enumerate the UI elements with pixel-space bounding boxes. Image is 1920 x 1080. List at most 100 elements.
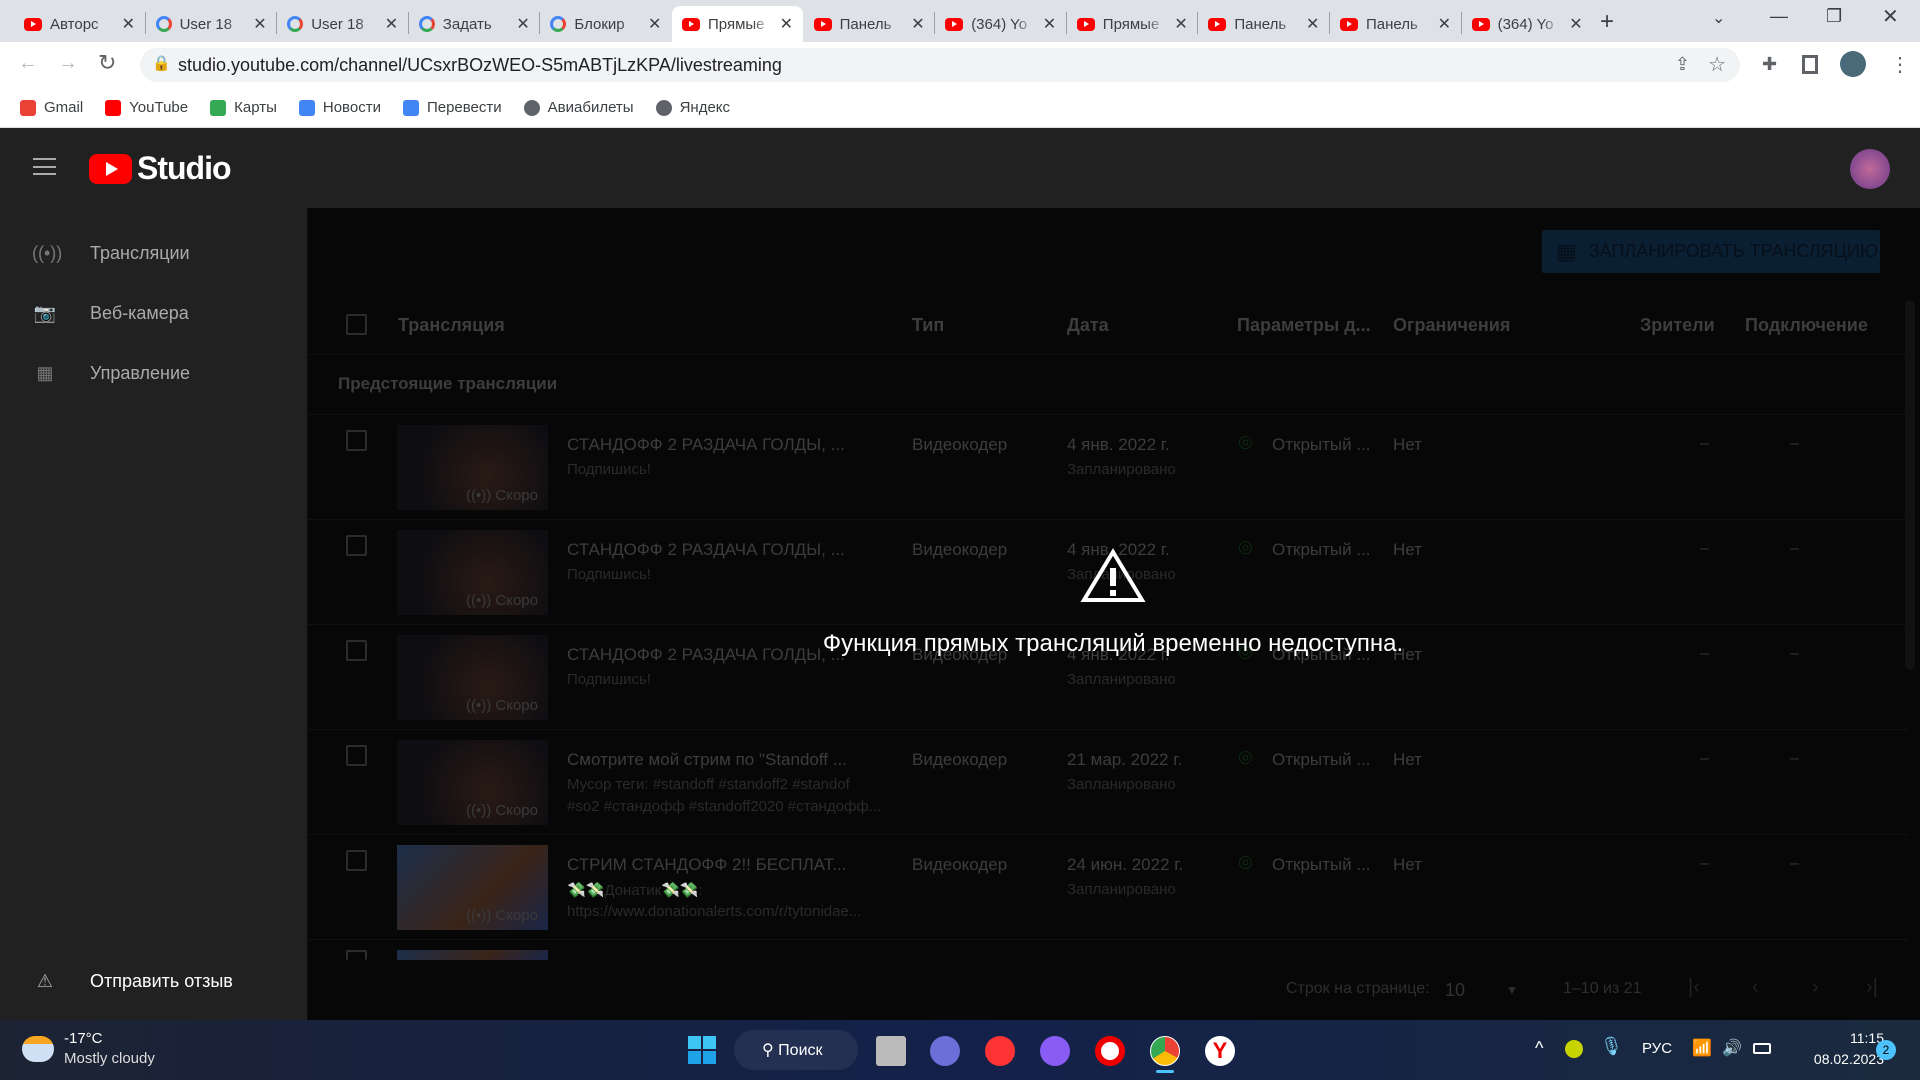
column-header-stream[interactable]: Трансляция: [398, 315, 505, 336]
bookmark-item[interactable]: Gmail: [20, 99, 83, 116]
side-panel-icon[interactable]: [1802, 55, 1818, 74]
stream-title[interactable]: СТАНДОФФ 2 РАЗДАЧА ГОЛДЫ, ...: [567, 540, 845, 560]
clock-date[interactable]: 08.02.2023: [1790, 1051, 1884, 1067]
column-header-connection[interactable]: Подключение: [1745, 315, 1868, 336]
sidebar-item-webcam[interactable]: 📷 Веб-камера: [0, 288, 308, 338]
browser-tab[interactable]: Прямые ✕: [672, 6, 803, 42]
sidebar-item-manage[interactable]: ▦ Управление: [0, 348, 308, 398]
row-checkbox[interactable]: [346, 850, 367, 871]
tab-search-icon[interactable]: ⌄: [1712, 8, 1725, 28]
start-button[interactable]: [688, 1036, 716, 1064]
profile-avatar[interactable]: [1840, 51, 1866, 77]
row-checkbox[interactable]: [346, 745, 367, 766]
scrollbar[interactable]: [1905, 300, 1915, 670]
browser-tab[interactable]: Авторс ✕: [14, 6, 145, 42]
send-feedback-button[interactable]: ⚠ Отправить отзыв: [0, 956, 308, 1006]
weather-temp[interactable]: -17°C: [64, 1030, 103, 1047]
microphone-icon[interactable]: 🎙: [1600, 1036, 1623, 1057]
browser-tab[interactable]: Панель ✕: [804, 6, 935, 42]
yandex-browser-icon[interactable]: Y: [1205, 1036, 1235, 1066]
visibility-select[interactable]: Открытый ...: [1272, 855, 1371, 875]
browser-tab[interactable]: (364) Yo ✕: [1462, 6, 1593, 42]
thumbnail[interactable]: ((•)) Скоро: [397, 425, 548, 510]
youtube-logo-icon[interactable]: [89, 154, 132, 184]
stream-title[interactable]: Смотрите мой стрим по "Standoff ...: [567, 750, 847, 770]
teams-chat-icon[interactable]: [930, 1036, 960, 1066]
share-icon[interactable]: ⇪: [1675, 54, 1690, 75]
row-checkbox[interactable]: [346, 430, 367, 451]
bookmark-item[interactable]: Яндекс: [655, 99, 730, 116]
close-window-button[interactable]: ✕: [1882, 4, 1899, 29]
battery-icon[interactable]: [1753, 1043, 1771, 1054]
alice-icon[interactable]: [1040, 1036, 1070, 1066]
menu-icon[interactable]: ⋮: [1890, 52, 1910, 77]
extensions-icon[interactable]: ✚: [1762, 54, 1777, 75]
close-tab-icon[interactable]: ✕: [1306, 14, 1319, 34]
reload-button[interactable]: ↻: [98, 50, 116, 76]
back-button[interactable]: ←: [18, 52, 38, 75]
column-header-viewers[interactable]: Зрители: [1640, 315, 1715, 336]
account-avatar[interactable]: [1850, 149, 1890, 189]
browser-tab[interactable]: (364) Yo ✕: [935, 6, 1066, 42]
column-header-date[interactable]: Дата: [1067, 315, 1109, 336]
browser-tab[interactable]: User 18 ✕: [146, 6, 277, 42]
row-checkbox[interactable]: [346, 640, 367, 661]
visibility-select[interactable]: Открытый ...: [1272, 435, 1371, 455]
thumbnail[interactable]: [397, 950, 548, 960]
first-page-icon[interactable]: |‹: [1688, 976, 1700, 999]
notification-badge[interactable]: 2: [1876, 1040, 1896, 1060]
chrome-icon[interactable]: [1150, 1036, 1180, 1066]
yandex-icon[interactable]: [985, 1036, 1015, 1066]
thumbnail[interactable]: ((•)) Скоро: [397, 635, 548, 720]
weather-desc[interactable]: Mostly cloudy: [64, 1050, 155, 1067]
close-tab-icon[interactable]: ✕: [780, 14, 793, 34]
forward-button[interactable]: →: [58, 52, 78, 75]
close-tab-icon[interactable]: ✕: [1438, 14, 1451, 34]
close-tab-icon[interactable]: ✕: [516, 14, 529, 34]
wifi-icon[interactable]: 📶: [1692, 1038, 1712, 1058]
browser-tab[interactable]: Задать ✕: [409, 6, 540, 42]
row-checkbox[interactable]: [346, 950, 367, 960]
next-page-icon[interactable]: ›: [1812, 976, 1819, 999]
bookmark-item[interactable]: Новости: [298, 99, 381, 116]
bookmark-item[interactable]: YouTube: [105, 99, 188, 116]
bookmark-star-icon[interactable]: ☆: [1708, 52, 1726, 77]
search-button[interactable]: ⚲ Поиск: [734, 1030, 858, 1070]
schedule-stream-button[interactable]: ▦ ЗАПЛАНИРОВАТЬ ТРАНСЛЯЦИЮ: [1542, 230, 1880, 273]
select-all-checkbox[interactable]: [346, 314, 367, 335]
row-checkbox[interactable]: [346, 535, 367, 556]
close-tab-icon[interactable]: ✕: [1043, 14, 1056, 34]
stream-title[interactable]: СТАНДОФФ 2 РАЗДАЧА ГОЛДЫ, ...: [567, 435, 845, 455]
bookmark-item[interactable]: Авиабилеты: [523, 99, 634, 116]
new-tab-button[interactable]: +: [1600, 8, 1614, 36]
opera-icon[interactable]: [1095, 1036, 1125, 1066]
close-tab-icon[interactable]: ✕: [1569, 14, 1582, 34]
visibility-select[interactable]: Открытый ...: [1272, 540, 1371, 560]
tray-app-icon[interactable]: [1565, 1040, 1583, 1058]
browser-tab[interactable]: User 18 ✕: [277, 6, 408, 42]
weather-icon[interactable]: [22, 1036, 54, 1062]
close-tab-icon[interactable]: ✕: [911, 14, 924, 34]
hamburger-menu-icon[interactable]: [33, 158, 56, 175]
address-bar[interactable]: 🔒 studio.youtube.com/channel/UCsxrBOzWEO…: [140, 48, 1740, 82]
restore-button[interactable]: ❐: [1826, 6, 1842, 27]
bookmark-item[interactable]: Перевести: [402, 99, 502, 116]
browser-tab[interactable]: Панель ✕: [1330, 6, 1461, 42]
bookmark-item[interactable]: Карты: [210, 99, 277, 116]
browser-tab[interactable]: Блокир ✕: [540, 6, 671, 42]
thumbnail[interactable]: ((•)) Скоро: [397, 845, 548, 930]
close-tab-icon[interactable]: ✕: [122, 14, 135, 34]
language-indicator[interactable]: РУС: [1642, 1040, 1672, 1057]
thumbnail[interactable]: ((•)) Скоро: [397, 740, 548, 825]
rows-per-page-select[interactable]: 10: [1445, 980, 1465, 1001]
browser-tab[interactable]: Прямые ✕: [1067, 6, 1198, 42]
thumbnail[interactable]: ((•)) Скоро: [397, 530, 548, 615]
stream-title[interactable]: СТРИМ СТАНДОФФ 2!! БЕСПЛАТ...: [567, 855, 846, 875]
clock-time[interactable]: 11:15: [1810, 1030, 1884, 1046]
dropdown-arrow-icon[interactable]: ▼: [1506, 983, 1518, 997]
tray-expand-icon[interactable]: ^: [1535, 1038, 1543, 1059]
volume-icon[interactable]: 🔊: [1722, 1038, 1742, 1058]
close-tab-icon[interactable]: ✕: [1174, 14, 1187, 34]
close-tab-icon[interactable]: ✕: [648, 14, 661, 34]
prev-page-icon[interactable]: ‹: [1752, 976, 1759, 999]
